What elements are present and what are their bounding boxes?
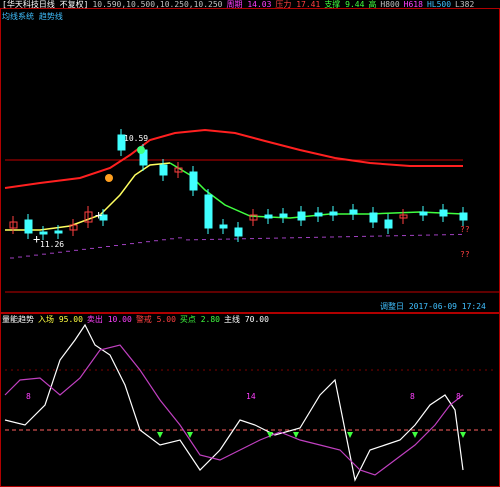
candle-body-1 [24,219,33,234]
main-header-item-7: H618 [403,0,423,9]
indicator-header-item-1: 入场 95.00 [38,315,83,324]
indicator-badge-4: 8 [456,392,461,401]
indicator-badge-3: 8 [410,392,415,401]
indicator-badge-2: 14 [246,392,256,401]
candle-body-13 [219,224,228,229]
candle-body-17 [279,213,288,218]
main-header-item-3: 压力 17.41 [275,0,321,9]
buy-arrow-icon-4 [347,432,353,438]
candle-body-18 [297,211,306,221]
candle-body-16 [264,214,273,219]
candle-body-21 [349,209,358,215]
right-mark-bottom: ?? [460,250,470,259]
candle-body-14 [234,227,243,237]
candle-body-20 [329,211,338,216]
indicator-header: 量能趋势 入场 95.00 卖出 10.00 警戒 5.00 买点 2.80 主线 70.… [2,315,273,325]
candle-body-19 [314,212,323,217]
mid-curve-falling [169,162,464,219]
indicator-white-line [4,323,464,482]
indicator-header-item-5: 主线 70.00 [224,315,269,324]
bottom-status-text: 调整日 2017-06-09 17:24 [380,302,486,311]
signal-dot-orange [105,174,113,182]
sub-header-label: 均线系统 趋势线 [2,12,63,21]
sub-header: 均线系统 趋势线 [2,12,67,22]
candle-body-26 [439,209,448,217]
buy-arrow-icon-5 [412,432,418,438]
candle-body-11 [189,171,198,191]
candle-body-22 [369,212,378,223]
indicator-badge-1: 8 [26,392,31,401]
signal-dot-green [137,146,145,154]
main-header-item-8: HL500 [426,0,452,9]
indicator-header-item-4: 买点 2.80 [179,315,220,324]
main-header-item-6: H800 [380,0,400,9]
low-price-label: 11.26 [40,240,65,249]
crosshair-cursor[interactable]: + [95,208,102,222]
candle-body-25 [419,211,428,216]
main-header-item-1: 10.590,10.500,10.250,10.250 [92,0,223,9]
candle-body-23 [384,219,393,229]
candle-body-3 [54,230,63,234]
candle-body-2 [39,231,48,235]
high-price-label: 10.59 [124,134,149,143]
candle-body-9 [159,164,168,176]
main-header-item-2: 周期 14.03 [226,0,272,9]
price-chart-svg [4,128,500,482]
main-header-item-4: 支撑 9.44 [324,0,365,9]
indicator-header-item-3: 警戒 5.00 [135,315,176,324]
right-mark-top: ?? [460,225,470,234]
upper-band-curve [4,128,463,189]
indicator-magenta-line [4,344,464,476]
crosshair-cursor-2[interactable]: + [33,232,40,246]
indicator-header-item-2: 卖出 10.00 [86,315,132,324]
buy-arrow-icon-0 [157,432,163,438]
main-header-item-0: [华天科技日线 不复权] [2,0,89,9]
candle-body-27 [459,212,468,221]
indicator-header-item-0: 量能趋势 [2,315,34,324]
main-header: [华天科技日线 不复权] 10.590,10.500,10.250,10.250 周… [2,0,478,10]
candle-body-12 [204,194,213,229]
main-header-item-5: 高 [368,0,377,9]
buy-arrow-icon-6 [460,432,466,438]
main-header-item-9: L382 [455,0,475,9]
